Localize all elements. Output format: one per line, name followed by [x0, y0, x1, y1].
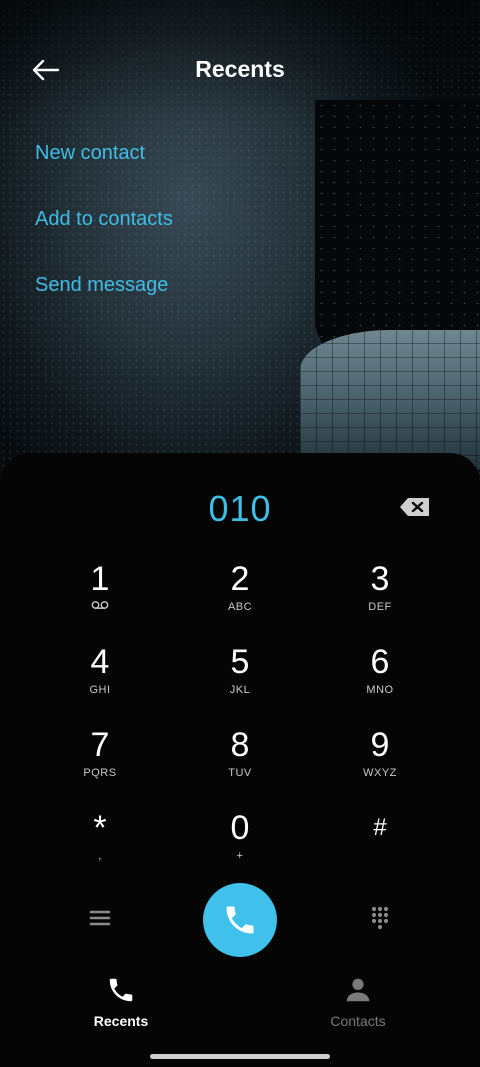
key-2[interactable]: 2 ABC: [180, 560, 300, 630]
backspace-icon: [400, 498, 429, 516]
backspace-button[interactable]: [398, 495, 432, 519]
key-7[interactable]: 7 PQRS: [40, 726, 160, 796]
dialpad-icon: [371, 906, 389, 930]
key-letters: +: [236, 850, 244, 862]
header: Recents: [0, 40, 480, 100]
key-6[interactable]: 6 MNO: [320, 643, 440, 713]
key-letters: MNO: [366, 684, 394, 696]
tab-contacts[interactable]: Contacts: [278, 975, 438, 1035]
key-digit: 3: [370, 560, 390, 598]
key-digit: 8: [230, 726, 250, 764]
key-letters: DEF: [368, 601, 392, 613]
action-menu: New contact Add to contacts Send message: [35, 140, 173, 338]
add-to-contacts-link[interactable]: Add to contacts: [35, 206, 173, 272]
key-digit: *: [93, 809, 107, 847]
key-digit: 7: [90, 726, 110, 764]
new-contact-link[interactable]: New contact: [35, 140, 173, 206]
key-1[interactable]: 1: [40, 560, 160, 630]
key-letters: [320, 849, 440, 863]
call-button[interactable]: [203, 883, 277, 957]
key-star[interactable]: * ,: [40, 809, 160, 879]
person-icon: [346, 978, 370, 1002]
phone-icon: [226, 906, 254, 934]
key-0[interactable]: 0 +: [180, 809, 300, 879]
key-5[interactable]: 5 JKL: [180, 643, 300, 713]
phone-icon: [109, 978, 133, 1002]
key-8[interactable]: 8 TUV: [180, 726, 300, 796]
key-letters: ABC: [227, 601, 253, 613]
dialpad-toggle-button[interactable]: [365, 903, 395, 933]
key-letters: PQRS: [83, 767, 117, 779]
key-digit: 0: [230, 809, 250, 847]
key-digit: 1: [90, 560, 110, 598]
page-title: Recents: [195, 56, 285, 82]
key-digit: 9: [370, 726, 390, 764]
send-message-link[interactable]: Send message: [35, 272, 173, 338]
key-letters: GHI: [89, 684, 111, 696]
home-indicator[interactable]: [150, 1054, 330, 1059]
tab-recents[interactable]: Recents: [41, 975, 201, 1035]
key-digit: 4: [90, 643, 110, 681]
key-digit: 6: [370, 643, 390, 681]
key-letters: JKL: [229, 684, 251, 696]
dialer-menu-button[interactable]: [85, 903, 115, 933]
voicemail-icon: [40, 600, 160, 614]
tab-contacts-label: Contacts: [330, 1013, 386, 1029]
key-digit: 5: [230, 643, 250, 681]
key-digit: 2: [230, 560, 250, 598]
key-3[interactable]: 3 DEF: [320, 560, 440, 630]
key-letters: ,: [98, 850, 102, 862]
key-4[interactable]: 4 GHI: [40, 643, 160, 713]
hamburger-menu-icon: [89, 910, 111, 926]
key-digit: #: [373, 814, 387, 841]
key-9[interactable]: 9 WXYZ: [320, 726, 440, 796]
key-hash[interactable]: #: [320, 809, 440, 879]
key-letters: WXYZ: [363, 767, 397, 779]
key-letters: TUV: [228, 767, 252, 779]
tab-recents-label: Recents: [93, 1013, 149, 1029]
